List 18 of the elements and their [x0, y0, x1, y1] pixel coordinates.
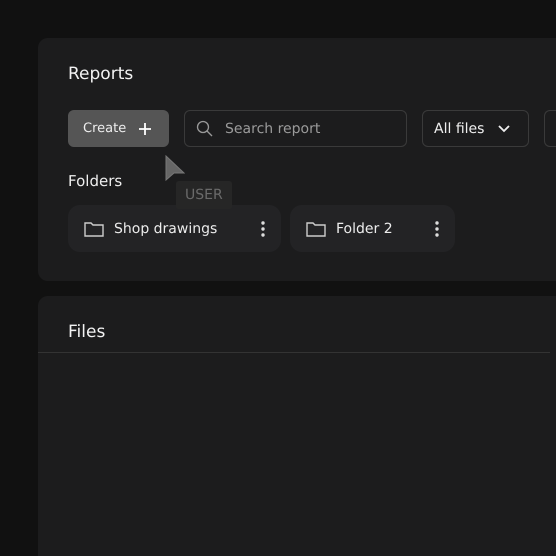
search-field[interactable]: Search report — [184, 110, 408, 147]
cursor-icon — [165, 155, 185, 181]
folder-name: Shop drawings — [114, 220, 218, 236]
folder-icon — [306, 220, 326, 236]
folder-card[interactable]: Folder 2 — [290, 205, 455, 252]
create-button[interactable]: Create — [68, 110, 170, 147]
panel-title: Reports — [68, 63, 134, 86]
section-heading: Folders — [68, 171, 124, 192]
more-options-icon[interactable] — [435, 220, 439, 236]
folder-icon — [84, 220, 104, 236]
plus-icon — [138, 122, 152, 136]
folder-card[interactable]: Shop drawings — [68, 205, 281, 252]
chevron-down-icon — [498, 124, 510, 132]
search-icon — [196, 120, 214, 137]
panel-title: Files — [67, 321, 106, 344]
folder-name: Folder 2 — [336, 220, 393, 236]
filter-dropdown[interactable]: All files — [422, 110, 529, 147]
more-options-icon[interactable] — [261, 220, 265, 236]
